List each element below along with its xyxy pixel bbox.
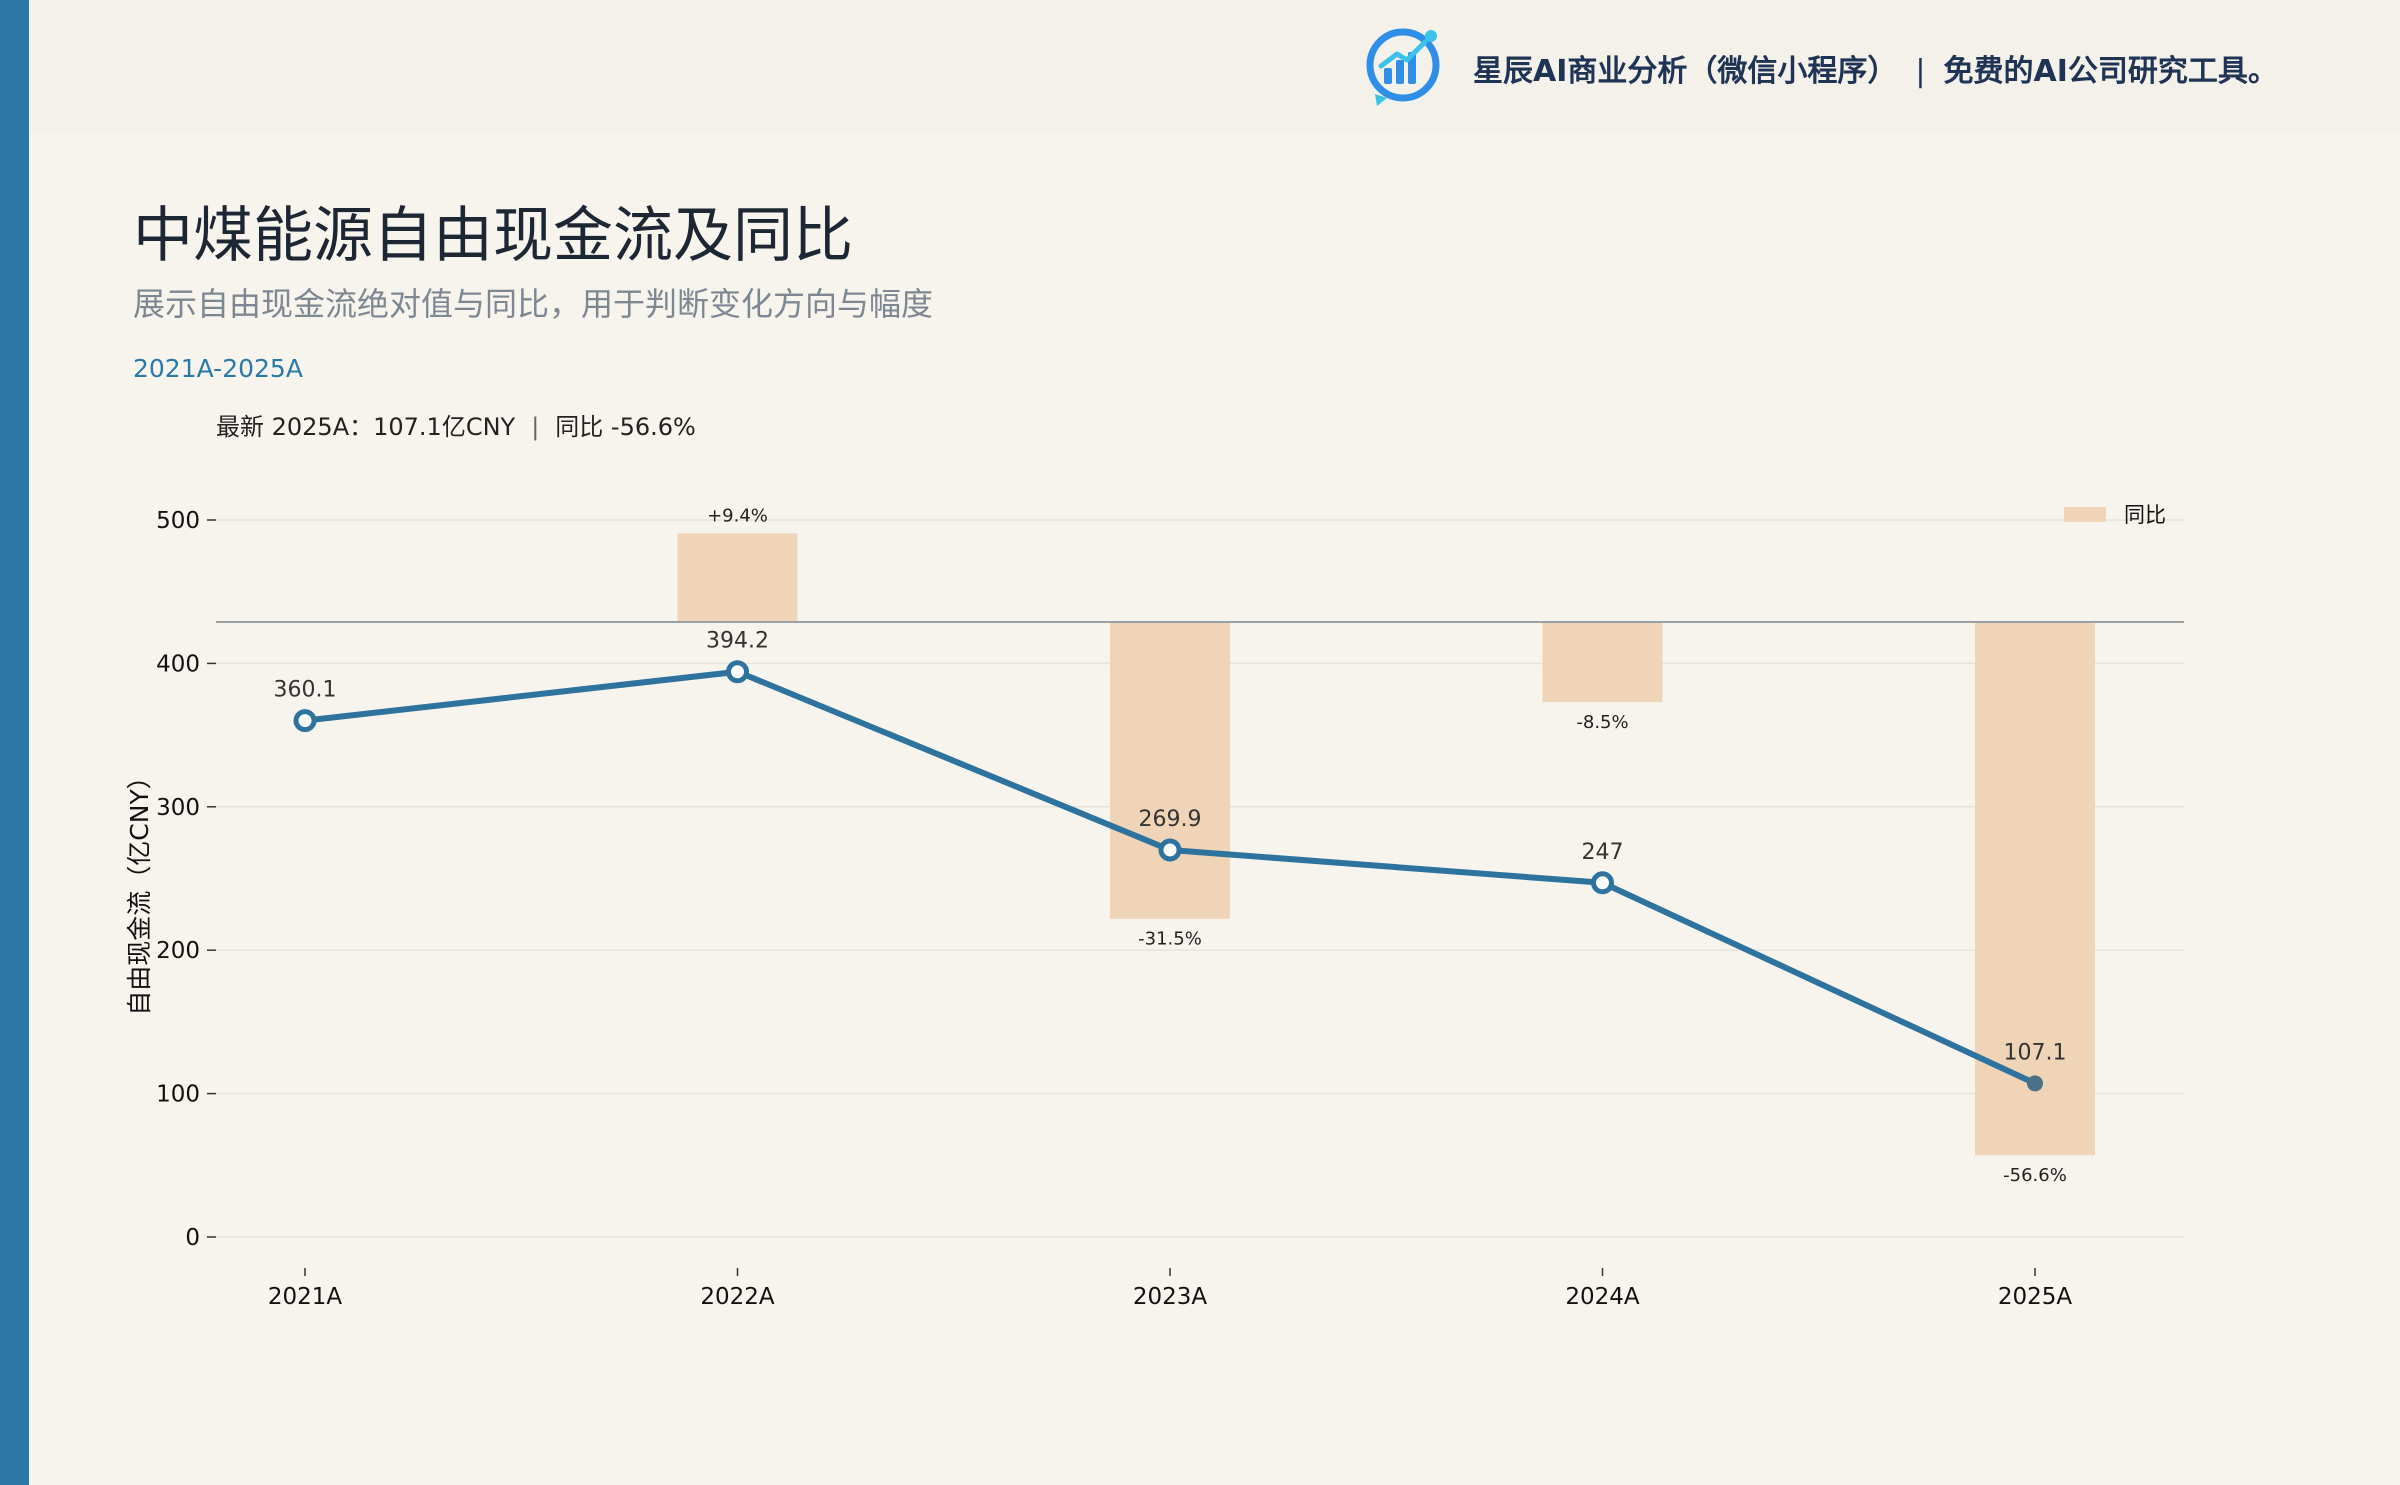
x-tick-label: 2021A: [268, 1284, 343, 1310]
fcf-point-label: 269.9: [1139, 807, 1202, 832]
fcf-point: [2027, 1075, 2043, 1092]
yoy-bar-label: -56.6%: [2003, 1165, 2067, 1186]
fcf-chart: 0 100 200 300 400 500 自由现金流（亿CNY） +9.4% -31.5% -8…: [125, 503, 2184, 1310]
y-tick-label: 100: [156, 1082, 200, 1108]
yoy-bar: [1542, 622, 1663, 703]
legend-swatch: [2064, 507, 2106, 522]
y-tick-label: 0: [185, 1225, 200, 1251]
y-tick-label: 500: [156, 508, 200, 534]
fcf-point: [293, 709, 317, 733]
yoy-bar: [1110, 622, 1230, 919]
fcf-point: [726, 660, 749, 684]
yoy-bar: [677, 533, 798, 622]
fcf-point-label: 247: [1582, 840, 1624, 865]
x-tick-label: 2022A: [700, 1284, 775, 1310]
y-tick-label: 300: [156, 795, 200, 821]
fcf-point-label: 360.1: [274, 678, 337, 703]
y-tick-label: 200: [156, 938, 200, 964]
fcf-point: [1591, 871, 1614, 895]
yoy-bar-label: +9.4%: [707, 505, 768, 526]
y-axis-label: 自由现金流（亿CNY）: [125, 764, 154, 1015]
yoy-bar-label: -31.5%: [1138, 929, 1202, 950]
fcf-point-label: 394.2: [706, 629, 769, 654]
y-tick-label: 400: [156, 651, 200, 677]
yoy-bar-label: -8.5%: [1576, 712, 1628, 733]
legend-label: 同比: [2124, 503, 2166, 527]
fcf-point-label: 107.1: [2004, 1040, 2067, 1065]
x-tick-label: 2024A: [1565, 1284, 1640, 1310]
yoy-bar: [1975, 622, 2095, 1156]
x-tick-label: 2023A: [1133, 1284, 1208, 1310]
fcf-point: [1158, 838, 1182, 862]
x-tick-label: 2025A: [1998, 1284, 2073, 1310]
